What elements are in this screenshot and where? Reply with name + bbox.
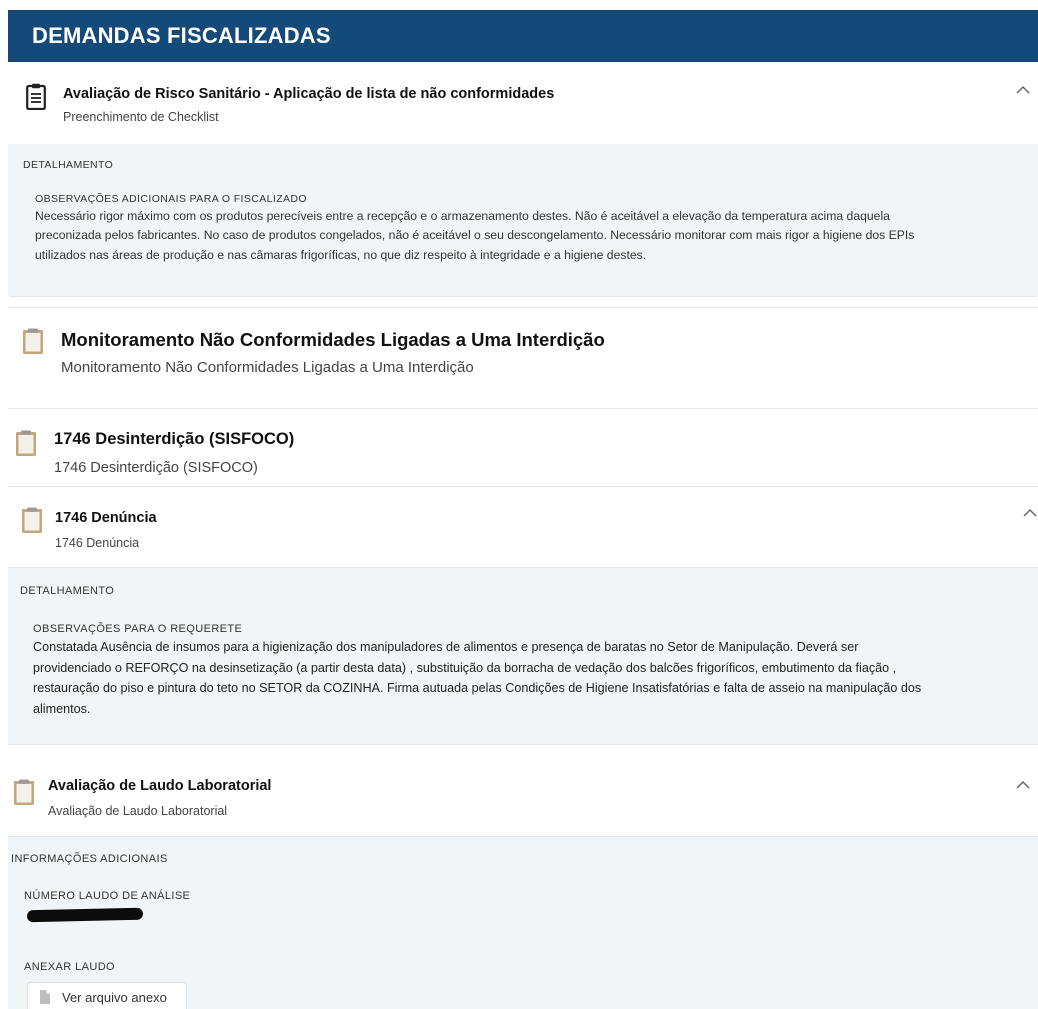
demand-title: 1746 Desinterdição (SISFOCO) <box>54 430 295 448</box>
chevron-up-icon[interactable] <box>1023 508 1037 517</box>
divider <box>8 486 1038 487</box>
clipboard-icon <box>26 83 46 110</box>
observation-text: Constatada Ausência de insumos para a hi… <box>33 640 922 716</box>
field-label: OBSERVAÇÕES ADICIONAIS PARA O FISCALIZAD… <box>35 193 307 205</box>
file-icon <box>40 990 50 1004</box>
clipboard-icon <box>21 507 43 533</box>
clipboard-icon <box>22 328 44 354</box>
demand-title: Monitoramento Não Conformidades Ligadas … <box>61 329 605 350</box>
demand-subtitle: 1746 Desinterdição (SISFOCO) <box>54 460 258 476</box>
view-attachment-label: Ver arquivo anexo <box>62 990 167 1005</box>
view-attachment-button[interactable]: Ver arquivo anexo <box>27 982 187 1009</box>
chevron-up-icon[interactable] <box>1016 85 1030 94</box>
demand-card-risk-assessment[interactable] <box>8 62 1038 144</box>
divider <box>8 408 1038 409</box>
section-label: INFORMAÇÕES ADICIONAIS <box>11 853 168 865</box>
clipboard-icon <box>13 779 35 805</box>
demand-subtitle: Preenchimento de Checklist <box>63 110 219 124</box>
chevron-up-icon[interactable] <box>1016 780 1030 789</box>
observation-text: Necessário rigor máximo com os produtos … <box>35 209 915 262</box>
section-label: DETALHAMENTO <box>23 159 114 171</box>
page-header: DEMANDAS FISCALIZADAS <box>8 10 1038 62</box>
divider <box>8 307 1038 308</box>
demand-card-lab-report[interactable] <box>8 757 1038 835</box>
field-label: OBSERVAÇÕES PARA O REQUERETE <box>33 623 243 635</box>
clipboard-icon <box>15 430 37 456</box>
demand-subtitle: Avaliação de Laudo Laboratorial <box>48 804 228 818</box>
demand-title: Avaliação de Risco Sanitário - Aplicação… <box>63 86 555 102</box>
demand-card-complaint[interactable] <box>8 487 1038 567</box>
demand-subtitle: Monitoramento Não Conformidades Ligadas … <box>61 359 474 376</box>
demand-title: Avaliação de Laudo Laboratorial <box>48 778 272 794</box>
field-label: ANEXAR LAUDO <box>24 961 115 973</box>
demand-title: 1746 Denúncia <box>55 510 157 526</box>
section-label: DETALHAMENTO <box>20 585 115 597</box>
page-title: DEMANDAS FISCALIZADAS <box>32 23 331 48</box>
field-label: NÚMERO LAUDO DE ANÁLISE <box>24 890 191 902</box>
demand-subtitle: 1746 Denúncia <box>55 536 140 550</box>
demand-card-monitoring[interactable] <box>8 308 1038 396</box>
